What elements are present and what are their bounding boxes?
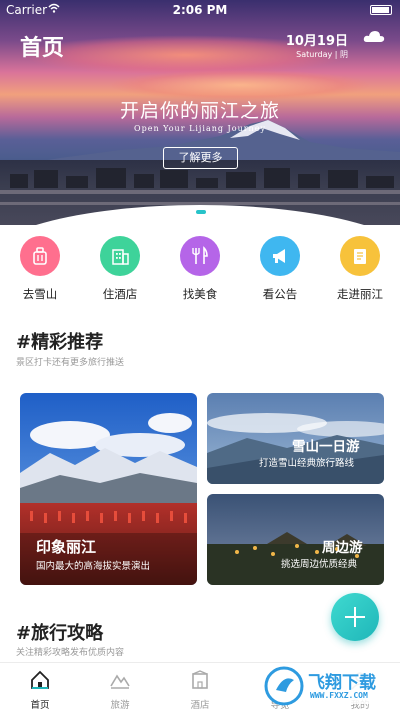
date-label: 10月19日 xyxy=(285,34,348,49)
nav-label: 看公告 xyxy=(262,287,298,301)
hotel-icon xyxy=(192,670,208,689)
tab-label: 旅游 xyxy=(110,700,130,711)
nav-label: 住酒店 xyxy=(102,287,138,301)
watermark-url: WWW.FXXZ.COM xyxy=(310,691,368,700)
section-subtitle-recommend: 景区打卡还有更多旅行推送 xyxy=(16,358,125,368)
nav-item-snow-mountain[interactable]: 去雪山 xyxy=(10,236,70,302)
card-title: 周边游 xyxy=(322,540,363,556)
quick-nav: 去雪山 住酒店 找美食 看公告 走进丽江 xyxy=(0,236,400,306)
nav-label: 走进丽江 xyxy=(337,287,383,301)
page-title: 首页 xyxy=(20,36,65,61)
tab-label: 首页 xyxy=(30,700,50,711)
cloud-icon[interactable] xyxy=(362,28,386,44)
home-icon xyxy=(31,670,49,689)
tab-hotel[interactable]: 酒店 xyxy=(170,669,230,711)
tab-label: 酒店 xyxy=(190,700,210,711)
mountain-icon xyxy=(110,674,130,689)
tab-travel[interactable]: 旅游 xyxy=(90,669,150,711)
battery-icon xyxy=(370,5,392,15)
section-subtitle-guide: 关注精彩攻略发布优质内容 xyxy=(16,648,125,658)
nav-item-food[interactable]: 找美食 xyxy=(170,236,230,302)
tab-home[interactable]: 首页 xyxy=(10,669,70,711)
card-subtitle: 打造雪山经典旅行路线 xyxy=(259,458,355,469)
weekday-weather-label: Saturday | 阴 xyxy=(296,50,348,59)
card-subtitle: 国内最大的高海拔实景演出 xyxy=(36,561,151,572)
clock: 2:06 PM xyxy=(172,3,228,17)
hero-title: 开启你的丽江之旅 xyxy=(119,100,280,122)
section-title-guide: #旅行攻略 xyxy=(16,623,104,644)
card-title: 印象丽江 xyxy=(36,538,97,556)
watermark-logo: 飞翔下载 WWW.FXXZ.COM xyxy=(264,660,400,711)
carousel-indicator[interactable] xyxy=(196,210,206,214)
nav-item-notice[interactable]: 看公告 xyxy=(250,236,310,302)
luggage-icon xyxy=(20,236,60,276)
book-icon xyxy=(340,236,380,276)
hero-subtitle: Open Your Lijiang Journey xyxy=(134,124,266,133)
watermark-text: 飞翔下载 xyxy=(308,673,376,693)
building-icon xyxy=(100,236,140,276)
section-title-recommend: #精彩推荐 xyxy=(16,332,104,353)
card-subtitle: 挑选周边优质经典 xyxy=(281,559,358,570)
date-display: 10月19日 Saturday | 阴 xyxy=(286,30,348,60)
card-title: 雪山一日游 xyxy=(292,439,360,455)
nav-item-about-lijiang[interactable]: 走进丽江 xyxy=(330,236,390,302)
nav-label: 去雪山 xyxy=(22,287,58,301)
card-nearby-tour[interactable]: 周边游 挑选周边优质经典 xyxy=(207,494,384,585)
add-button[interactable] xyxy=(331,593,379,641)
megaphone-icon xyxy=(260,236,300,276)
nav-label: 找美食 xyxy=(182,287,218,301)
card-snow-mountain-tour[interactable]: 雪山一日游 打造雪山经典旅行路线 xyxy=(207,393,384,484)
card-impression-lijiang[interactable]: 印象丽江 国内最大的高海拔实景演出 xyxy=(20,393,197,585)
learn-more-button[interactable]: 了解更多 xyxy=(163,147,238,169)
nav-item-hotel[interactable]: 住酒店 xyxy=(90,236,150,302)
status-bar: Carrier 2:06 PM xyxy=(0,0,400,20)
fork-knife-icon xyxy=(180,236,220,276)
